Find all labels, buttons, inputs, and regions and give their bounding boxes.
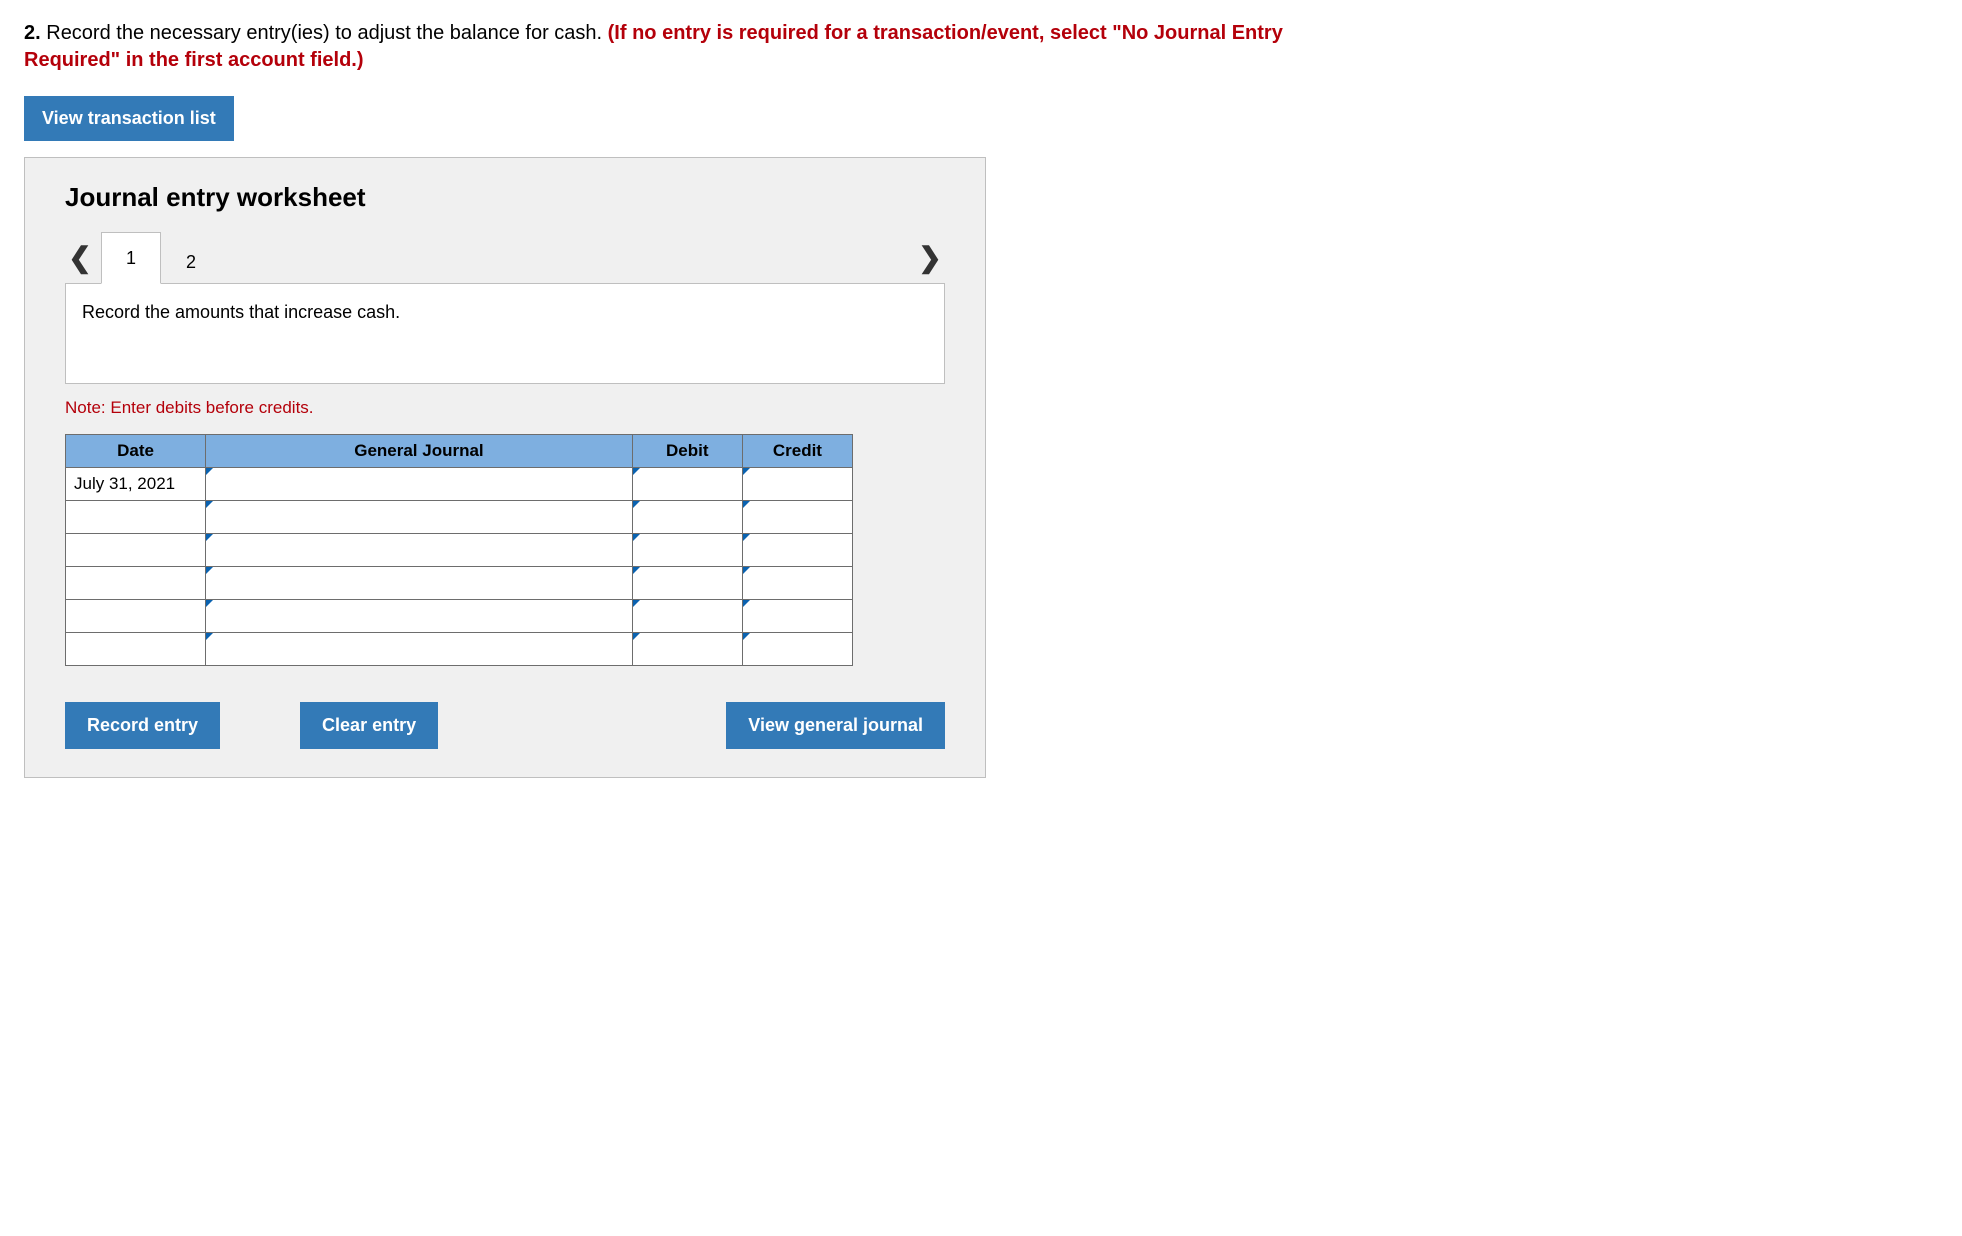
cell-date[interactable]: July 31, 2021 bbox=[66, 468, 206, 501]
cell-credit[interactable] bbox=[742, 600, 852, 633]
cell-debit[interactable] bbox=[632, 534, 742, 567]
table-row: July 31, 2021 bbox=[66, 468, 853, 501]
table-row bbox=[66, 600, 853, 633]
col-debit: Debit bbox=[632, 435, 742, 468]
cell-date[interactable] bbox=[66, 567, 206, 600]
cell-credit[interactable] bbox=[742, 468, 852, 501]
chevron-left-icon[interactable]: ❮ bbox=[65, 241, 95, 274]
clear-entry-button[interactable]: Clear entry bbox=[300, 702, 438, 749]
cell-general-journal[interactable] bbox=[206, 600, 633, 633]
cell-credit[interactable] bbox=[742, 633, 852, 666]
record-entry-button[interactable]: Record entry bbox=[65, 702, 220, 749]
entry-prompt: Record the amounts that increase cash. bbox=[65, 283, 945, 384]
action-button-row: Record entry Clear entry View general jo… bbox=[65, 702, 945, 749]
table-row bbox=[66, 567, 853, 600]
cell-general-journal[interactable] bbox=[206, 468, 633, 501]
view-transaction-list-button[interactable]: View transaction list bbox=[24, 96, 234, 141]
cell-general-journal[interactable] bbox=[206, 534, 633, 567]
question-instruction: 2. Record the necessary entry(ies) to ad… bbox=[24, 20, 1374, 74]
cell-credit[interactable] bbox=[742, 567, 852, 600]
cell-general-journal[interactable] bbox=[206, 633, 633, 666]
cell-credit[interactable] bbox=[742, 534, 852, 567]
cell-date[interactable] bbox=[66, 501, 206, 534]
tab-list: 1 2 bbox=[101, 231, 221, 283]
view-general-journal-button[interactable]: View general journal bbox=[726, 702, 945, 749]
table-row bbox=[66, 633, 853, 666]
cell-date[interactable] bbox=[66, 534, 206, 567]
instruction-text: Record the necessary entry(ies) to adjus… bbox=[41, 22, 608, 44]
worksheet-title: Journal entry worksheet bbox=[65, 182, 945, 213]
cell-credit[interactable] bbox=[742, 501, 852, 534]
tab-1[interactable]: 1 bbox=[101, 232, 161, 284]
cell-general-journal[interactable] bbox=[206, 501, 633, 534]
tab-2[interactable]: 2 bbox=[161, 240, 221, 284]
debits-before-credits-note: Note: Enter debits before credits. bbox=[65, 398, 945, 418]
table-header-row: Date General Journal Debit Credit bbox=[66, 435, 853, 468]
chevron-right-icon[interactable]: ❯ bbox=[915, 241, 945, 274]
cell-date[interactable] bbox=[66, 633, 206, 666]
question-number: 2. bbox=[24, 22, 41, 44]
journal-entry-table: Date General Journal Debit Credit July 3… bbox=[65, 434, 853, 666]
col-date: Date bbox=[66, 435, 206, 468]
cell-debit[interactable] bbox=[632, 567, 742, 600]
cell-debit[interactable] bbox=[632, 468, 742, 501]
tab-row: ❮ 1 2 ❯ bbox=[65, 231, 945, 283]
table-row bbox=[66, 501, 853, 534]
cell-general-journal[interactable] bbox=[206, 567, 633, 600]
table-row bbox=[66, 534, 853, 567]
journal-worksheet-panel: Journal entry worksheet ❮ 1 2 ❯ Record t… bbox=[24, 157, 986, 778]
col-credit: Credit bbox=[742, 435, 852, 468]
cell-debit[interactable] bbox=[632, 633, 742, 666]
col-general-journal: General Journal bbox=[206, 435, 633, 468]
cell-debit[interactable] bbox=[632, 501, 742, 534]
cell-debit[interactable] bbox=[632, 600, 742, 633]
cell-date[interactable] bbox=[66, 600, 206, 633]
